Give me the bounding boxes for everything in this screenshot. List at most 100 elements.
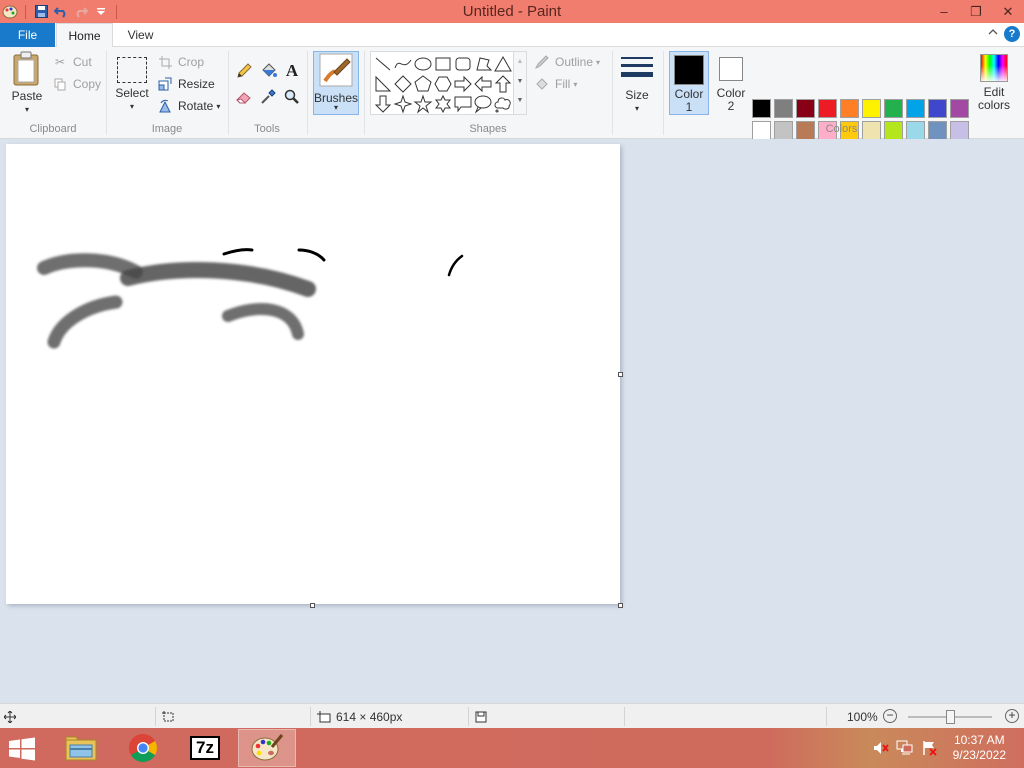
color-picker-icon[interactable]	[258, 87, 278, 107]
resize-handle-bottom[interactable]	[310, 603, 315, 608]
outline-button[interactable]: Outline ▾	[534, 52, 600, 72]
select-icon	[117, 57, 147, 83]
status-divider	[624, 707, 625, 726]
expand-gallery-icon[interactable]: ▼	[514, 92, 526, 112]
edit-colors-button[interactable]: Edit colors	[974, 51, 1014, 115]
polygon-shape-icon[interactable]	[473, 54, 493, 74]
rectangle-shape-icon[interactable]	[433, 54, 453, 74]
palette-swatch[interactable]	[906, 99, 925, 118]
shapes-scrollbar[interactable]: ▲ ▼ ▼	[514, 51, 527, 115]
palette-swatch[interactable]	[796, 99, 815, 118]
cut-button[interactable]: ✂ Cut	[52, 52, 92, 72]
restore-button[interactable]: ❐	[960, 0, 992, 23]
size-button[interactable]: Size ▾	[617, 51, 657, 115]
fill-bucket-icon[interactable]	[258, 61, 278, 81]
brushes-button[interactable]: Brushes ▾	[313, 51, 359, 115]
rotate-button[interactable]: Rotate ▾	[157, 96, 220, 116]
curve-shape-icon[interactable]	[393, 54, 413, 74]
right-arrow-shape-icon[interactable]	[453, 74, 473, 94]
magnifier-icon[interactable]	[282, 87, 302, 107]
file-size-icon	[475, 704, 487, 729]
windows-taskbar: 7z 10:37 AM 9/23/2022	[0, 728, 1024, 768]
four-point-star-shape-icon[interactable]	[393, 94, 413, 114]
action-center-icon[interactable]	[920, 739, 938, 757]
windows-logo-icon	[9, 737, 35, 761]
taskbar-paint[interactable]	[238, 729, 296, 767]
group-separator	[228, 51, 229, 135]
resize-handle-corner[interactable]	[618, 603, 623, 608]
six-point-star-shape-icon[interactable]	[433, 94, 453, 114]
color2-button[interactable]: Color 2	[711, 51, 751, 115]
taskbar-chrome[interactable]	[114, 729, 172, 767]
network-icon[interactable]	[896, 739, 914, 757]
rectangle-callout-shape-icon[interactable]	[453, 94, 473, 114]
volume-muted-icon[interactable]	[872, 739, 890, 757]
canvas-size-icon	[317, 710, 331, 722]
copy-label: Copy	[73, 77, 102, 91]
group-separator	[307, 51, 308, 135]
right-triangle-shape-icon[interactable]	[373, 74, 393, 94]
minimize-button[interactable]: –	[928, 0, 960, 23]
zoom-out-button[interactable]: −	[883, 709, 897, 723]
eraser-icon[interactable]	[234, 87, 254, 107]
palette-swatch[interactable]	[818, 99, 837, 118]
oval-shape-icon[interactable]	[413, 54, 433, 74]
taskbar-clock[interactable]: 10:37 AM 9/23/2022	[953, 733, 1006, 763]
chevron-down-icon: ▾	[129, 102, 134, 111]
copy-icon	[52, 76, 68, 92]
text-tool-icon[interactable]: A	[282, 61, 302, 81]
five-point-star-shape-icon[interactable]	[413, 94, 433, 114]
palette-swatch[interactable]	[884, 99, 903, 118]
scroll-down-icon[interactable]: ▼	[514, 72, 526, 92]
help-button[interactable]: ?	[1004, 26, 1020, 42]
up-arrow-shape-icon[interactable]	[493, 74, 513, 94]
cloud-callout-shape-icon[interactable]	[493, 94, 513, 114]
resize-handle-right[interactable]	[618, 372, 623, 377]
close-button[interactable]: ✕	[992, 0, 1024, 23]
zoom-in-button[interactable]: +	[1005, 709, 1019, 723]
palette-swatch[interactable]	[928, 99, 947, 118]
palette-swatch[interactable]	[774, 99, 793, 118]
pencil-icon[interactable]	[234, 61, 254, 81]
tab-file[interactable]: File	[0, 23, 55, 47]
color2-swatch	[719, 57, 743, 81]
rotate-label: Rotate	[178, 99, 214, 113]
hexagon-shape-icon[interactable]	[433, 74, 453, 94]
palette-swatch[interactable]	[752, 99, 771, 118]
palette-swatch[interactable]	[840, 99, 859, 118]
start-button[interactable]	[8, 737, 38, 761]
line-shape-icon[interactable]	[373, 54, 393, 74]
crop-button[interactable]: Crop	[157, 52, 204, 72]
taskbar-file-explorer[interactable]	[52, 729, 110, 767]
ribbon: Paste ▾ ✂ Cut Copy Clipboard Select ▾ Cr…	[0, 47, 1024, 162]
collapse-ribbon-icon[interactable]	[988, 26, 998, 38]
copy-button[interactable]: Copy	[52, 74, 101, 94]
tab-home[interactable]: Home	[56, 23, 113, 48]
drawing-canvas[interactable]	[6, 144, 620, 604]
rounded-rectangle-shape-icon[interactable]	[453, 54, 473, 74]
canvas-size-indicator: 614 × 460px	[317, 704, 402, 729]
diamond-shape-icon[interactable]	[393, 74, 413, 94]
zoom-slider-thumb[interactable]	[946, 710, 955, 724]
scissors-icon: ✂	[54, 55, 66, 69]
palette-swatch[interactable]	[862, 99, 881, 118]
status-divider	[310, 707, 311, 726]
color1-number: 1	[685, 100, 693, 114]
group-separator	[364, 51, 365, 135]
color1-button[interactable]: Color 1	[669, 51, 709, 115]
scroll-up-icon[interactable]: ▲	[514, 52, 526, 72]
triangle-shape-icon[interactable]	[493, 54, 513, 74]
taskbar-7zip[interactable]: 7z	[176, 729, 234, 767]
palette-swatch[interactable]	[950, 99, 969, 118]
group-separator	[663, 51, 664, 135]
fill-button[interactable]: Fill ▾	[534, 74, 577, 94]
tab-view[interactable]: View	[113, 23, 168, 47]
down-arrow-shape-icon[interactable]	[373, 94, 393, 114]
oval-callout-shape-icon[interactable]	[473, 94, 493, 114]
pentagon-shape-icon[interactable]	[413, 74, 433, 94]
size-label: Size	[625, 88, 649, 102]
left-arrow-shape-icon[interactable]	[473, 74, 493, 94]
resize-button[interactable]: Resize	[157, 74, 215, 94]
select-button[interactable]: Select ▾	[112, 51, 152, 113]
paste-button[interactable]: Paste ▾	[8, 51, 46, 116]
